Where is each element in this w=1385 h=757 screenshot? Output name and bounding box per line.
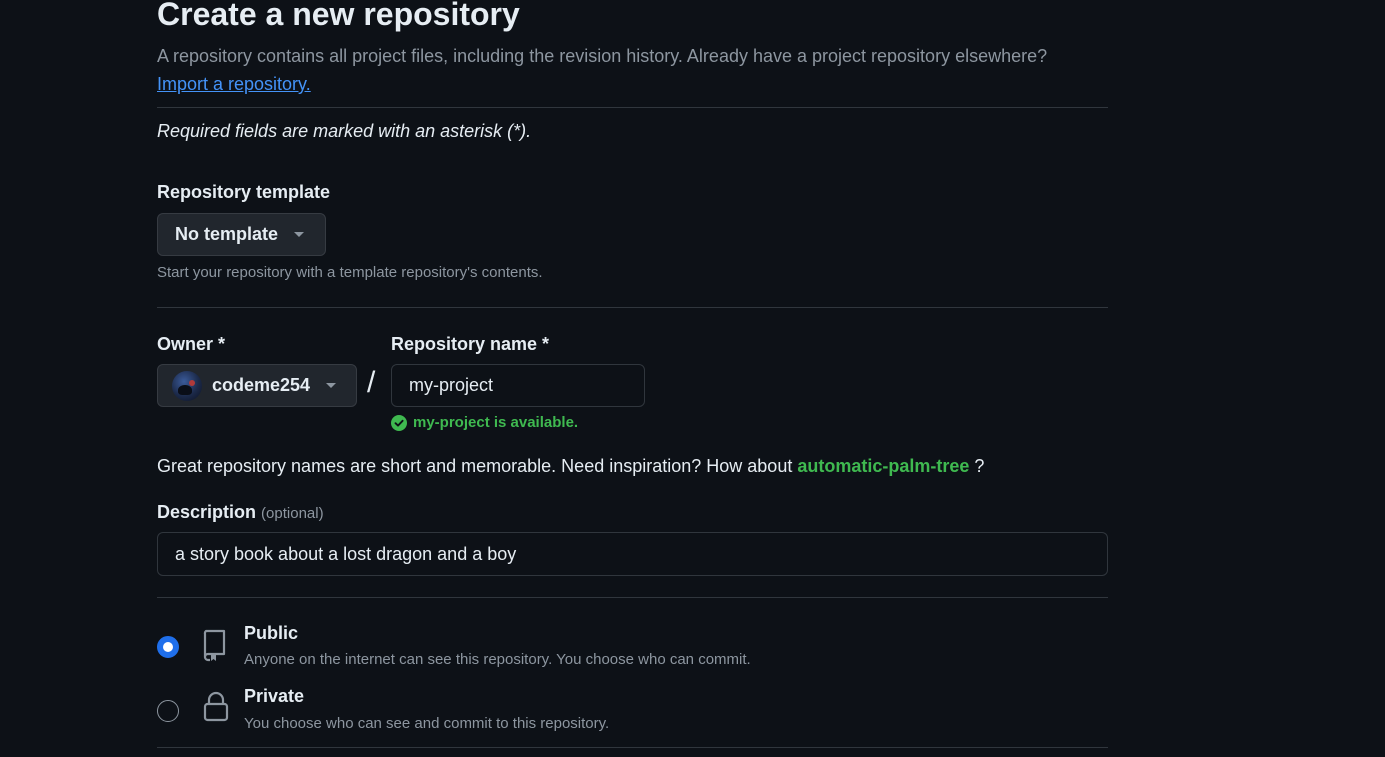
template-select-value: No template [175,224,279,244]
repo-name-input[interactable]: my-project [391,364,645,407]
required-fields-note: Required fields are marked with an aster… [157,121,532,141]
private-radio[interactable] [157,700,179,722]
divider [157,747,1108,748]
chevron-down-icon [326,383,337,388]
check-circle-icon [391,414,407,431]
description-optional: (optional) [261,505,324,522]
divider [157,107,1108,108]
repo-name-value: my-project [409,375,494,395]
template-label: Repository template [157,182,331,202]
template-select[interactable]: No template [157,213,326,256]
suggestion-suffix: ? [974,456,985,476]
description-value: a story book about a lost dragon and a b… [175,543,517,564]
private-title: Private [244,686,305,706]
repo-icon [203,629,226,662]
owner-select[interactable]: codeme254 [157,364,357,407]
public-description: Anyone on the internet can see this repo… [244,651,751,668]
divider [157,597,1108,598]
owner-repo-separator: / [367,366,376,399]
intro-description: A repository contains all project files,… [157,46,1048,66]
suggested-name[interactable]: automatic-palm-tree [797,456,969,476]
template-hint: Start your repository with a template re… [157,264,543,281]
owner-label: Owner * [157,334,226,354]
import-repository-link[interactable]: Import a repository. [157,74,311,94]
chevron-down-icon [294,232,305,237]
divider [157,307,1108,308]
description-label-text: Description [157,502,257,522]
description-label: Description (optional) [157,502,324,523]
repo-name-label: Repository name * [391,334,550,354]
name-suggestion: Great repository names are short and mem… [157,456,984,477]
lock-icon [203,691,229,722]
availability-message: my-project is available. [391,414,578,431]
public-title: Public [244,623,299,643]
avatar [172,370,202,401]
suggestion-text: Great repository names are short and mem… [157,456,793,476]
availability-text: my-project is available. [413,414,579,431]
owner-select-value: codeme254 [212,375,311,395]
private-description: You choose who can see and commit to thi… [244,715,610,732]
description-input[interactable]: a story book about a lost dragon and a b… [157,532,1108,576]
public-radio[interactable] [157,636,179,658]
intro-text: A repository contains all project files,… [157,42,1117,98]
page-title: Create a new repository [157,0,520,32]
